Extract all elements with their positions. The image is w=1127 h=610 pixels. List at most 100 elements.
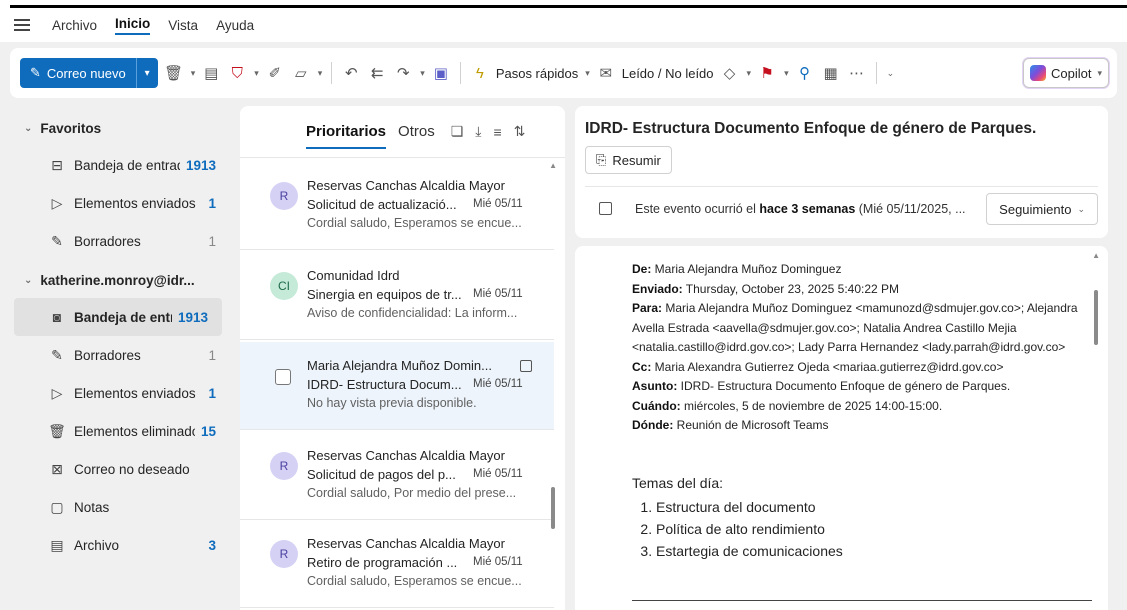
message-title: IDRD- Estructura Documento Enfoque de gé…: [585, 120, 1037, 137]
message-item[interactable]: R Reservas Canchas Alcaldia Mayor Solici…: [240, 432, 554, 520]
folder-drafts[interactable]: ✎ Borradores 1: [0, 336, 230, 374]
pin-icon[interactable]: ⚲: [795, 62, 815, 84]
agenda-title: Temas del día:: [632, 475, 724, 491]
jump-to-icon[interactable]: ⤓: [475, 123, 481, 140]
menu-archivo[interactable]: Archivo: [52, 18, 97, 33]
avatar: CI: [270, 272, 298, 300]
teams-icon[interactable]: ▣: [431, 62, 451, 84]
new-mail-button[interactable]: ✎ Correo nuevo ▾: [20, 58, 158, 88]
ribbon-toolbar: ✎ Correo nuevo ▾ 🗑 ▾ ▤ ⛉ ▾ ✐ ▱ ▾ ↶ ⇇ ↷ ▾ ▣ ϟ …: [10, 48, 1117, 98]
label-cc: Cc:: [632, 359, 652, 374]
hamburger-menu-icon[interactable]: [14, 19, 30, 31]
folder-label: Elementos enviados: [74, 385, 196, 401]
message-date: Mié 05/11: [473, 198, 523, 210]
tag-dropdown[interactable]: ▾: [747, 68, 752, 79]
agenda: Temas del día: Estructura del documento …: [632, 472, 843, 562]
account-header[interactable]: ⌄ katherine.monroy@idr...: [0, 262, 230, 298]
move-to-dropdown[interactable]: ▾: [318, 68, 323, 79]
message-item[interactable]: R Reservas Canchas Alcaldia Mayor Retiro…: [240, 520, 554, 608]
more-icon[interactable]: ⋯: [847, 62, 867, 84]
horizontal-rule: [632, 600, 1092, 601]
follow-up-button[interactable]: Seguimiento ⌄: [986, 193, 1098, 225]
folder-deleted[interactable]: 🗑 Elementos eliminados 15: [0, 412, 230, 450]
message-sender: Reservas Canchas Alcaldia Mayor: [307, 178, 505, 193]
event-relative-time: hace 3 semanas: [759, 202, 856, 216]
tag-icon[interactable]: ◇: [720, 62, 740, 84]
folder-favorite-inbox[interactable]: ⊟ Bandeja de entrada 1913: [0, 146, 230, 184]
read-unread-button[interactable]: Leído / No leído: [622, 66, 714, 81]
tab-focused[interactable]: Prioritarios: [306, 123, 387, 149]
folder-favorite-sent[interactable]: ▷ Elementos enviados 1: [0, 184, 230, 222]
folder-sent[interactable]: ▷ Elementos enviados 1: [0, 374, 230, 412]
apps-icon[interactable]: ▦: [821, 62, 841, 84]
quick-steps-button[interactable]: Pasos rápidos: [496, 66, 578, 81]
menu-inicio[interactable]: Inicio: [115, 16, 151, 35]
report-dropdown[interactable]: ▾: [254, 68, 259, 79]
reply-icon[interactable]: ↶: [341, 62, 361, 84]
unread-count: 1913: [177, 309, 208, 325]
value-subject: IDRD- Estructura Documento Enfoque de gé…: [677, 379, 1011, 393]
calendar-icon: [599, 202, 612, 215]
filter-icon[interactable]: ≡: [493, 124, 501, 140]
message-sender: Comunidad Idrd: [307, 268, 400, 283]
message-subject: Solicitud de actualizació...: [307, 197, 457, 212]
message-item[interactable]: R Reservas Canchas Alcaldia Mayor Solici…: [240, 162, 554, 250]
tab-other[interactable]: Otros: [398, 123, 435, 140]
folder-junk[interactable]: ⊠ Correo no deseado: [0, 450, 230, 488]
new-mail-main[interactable]: ✎ Correo nuevo: [20, 58, 136, 88]
copilot-button[interactable]: Copilot ▾: [1023, 58, 1109, 88]
message-date: Mié 05/11: [473, 556, 523, 568]
sort-icon[interactable]: ⇅: [514, 123, 526, 140]
copilot-dropdown-icon[interactable]: ▾: [1097, 68, 1102, 79]
label-to: Para:: [632, 301, 663, 315]
select-icon[interactable]: ❏: [451, 123, 464, 140]
message-list: Prioritarios Otros ❏ ⤓ ≡ ⇅ ▲ R Reservas …: [240, 106, 565, 610]
menu-vista[interactable]: Vista: [168, 18, 198, 33]
favorites-header[interactable]: ⌄ Favoritos: [0, 110, 230, 146]
avatar: R: [270, 182, 298, 210]
delete-dropdown[interactable]: ▾: [191, 68, 196, 79]
flag-icon[interactable]: ⚑: [757, 62, 777, 84]
inbox-icon: ◙: [52, 309, 62, 325]
folder-label: Bandeja de entra...: [74, 309, 172, 325]
menu-ayuda[interactable]: Ayuda: [216, 18, 254, 33]
divider: [585, 186, 1098, 187]
envelope-open-icon[interactable]: ✉: [596, 62, 616, 84]
folder-label: Correo no deseado: [74, 461, 190, 477]
delete-icon[interactable]: 🗑: [164, 62, 184, 84]
folder-favorite-drafts[interactable]: ✎ Borradores 1: [0, 222, 230, 260]
summarize-button[interactable]: ⎘ Resumir: [585, 146, 672, 174]
header-to: Para: Maria Alejandra Muñoz Dominguez <m…: [632, 299, 1102, 358]
ribbon-expand-icon[interactable]: ⌄: [887, 68, 895, 79]
quick-steps-icon[interactable]: ϟ: [470, 62, 490, 84]
sweep-icon[interactable]: ✐: [265, 62, 285, 84]
folder-label: Notas: [74, 499, 110, 515]
message-item-selected[interactable]: Maria Alejandra Muñoz Domin... IDRD- Est…: [240, 342, 554, 430]
scrollbar-thumb[interactable]: [1094, 290, 1098, 345]
folder-archive[interactable]: ▤ Archivo 3: [0, 526, 230, 564]
scroll-up-arrow[interactable]: ▲: [1092, 251, 1100, 260]
forward-dropdown[interactable]: ▾: [420, 68, 425, 79]
move-to-icon[interactable]: ▱: [291, 62, 311, 84]
folder-inbox[interactable]: ◙ Bandeja de entra... 1913: [14, 298, 222, 336]
archive-icon[interactable]: ▤: [201, 62, 221, 84]
select-checkbox[interactable]: [275, 369, 291, 385]
reply-all-icon[interactable]: ⇇: [367, 62, 387, 84]
summarize-icon: ⎘: [596, 152, 607, 167]
scrollbar-thumb[interactable]: [551, 487, 555, 529]
agenda-item: Política de alto rendimiento: [656, 518, 843, 540]
report-icon[interactable]: ⛉: [227, 62, 247, 84]
message-date: Mié 05/11: [473, 378, 523, 390]
folder-notes[interactable]: ▢ Notas: [0, 488, 230, 526]
message-subject: Sinergia en equipos de tr...: [307, 287, 462, 302]
forward-icon[interactable]: ↷: [393, 62, 413, 84]
forwarded-header: De: Maria Alejandra Muñoz Dominguez Envi…: [632, 260, 1102, 436]
flag-dropdown[interactable]: ▾: [784, 68, 789, 79]
folder-label: Elementos enviados: [74, 195, 196, 211]
new-mail-dropdown[interactable]: ▾: [135, 58, 158, 88]
message-item[interactable]: CI Comunidad Idrd Sinergia en equipos de…: [240, 252, 554, 340]
agenda-item: Estructura del documento: [656, 496, 843, 518]
header-subject: Asunto: IDRD- Estructura Documento Enfoq…: [632, 377, 1102, 397]
folder-label: Archivo: [74, 537, 120, 553]
quick-steps-dropdown[interactable]: ▾: [585, 68, 590, 79]
